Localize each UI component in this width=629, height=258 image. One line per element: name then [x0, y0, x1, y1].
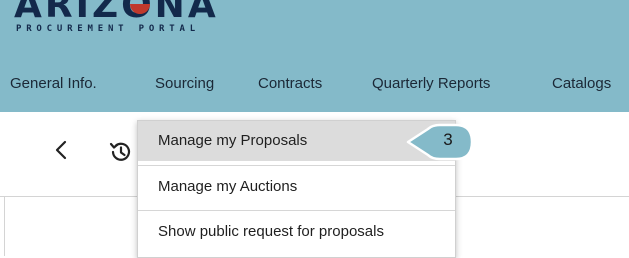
nav-sourcing[interactable]: Sourcing	[155, 75, 214, 92]
logo-subtitle: PROCUREMENT PORTAL	[16, 24, 200, 34]
nav-quarterly-reports[interactable]: Quarterly Reports	[372, 75, 490, 92]
main-nav: General Info. Sourcing Contracts Quarter…	[0, 70, 629, 104]
chevron-left-icon[interactable]	[50, 138, 74, 162]
nav-contracts[interactable]: Contracts	[258, 75, 322, 92]
history-icon[interactable]	[108, 140, 134, 164]
menu-separator	[138, 165, 455, 166]
menu-item-manage-auctions[interactable]: Manage my Auctions	[138, 167, 455, 207]
menu-separator	[138, 210, 455, 211]
nav-catalogs[interactable]: Catalogs	[552, 75, 611, 92]
site-header: ARIZONA PROCUREMENT PORTAL General Info.…	[0, 0, 629, 112]
content-left-border	[4, 196, 5, 256]
step-number: 3	[443, 130, 453, 149]
logo[interactable]: ARIZONA	[14, 0, 219, 24]
nav-general-info[interactable]: General Info.	[10, 75, 97, 92]
menu-item-public-requests[interactable]: Show public request for proposals	[138, 212, 455, 252]
